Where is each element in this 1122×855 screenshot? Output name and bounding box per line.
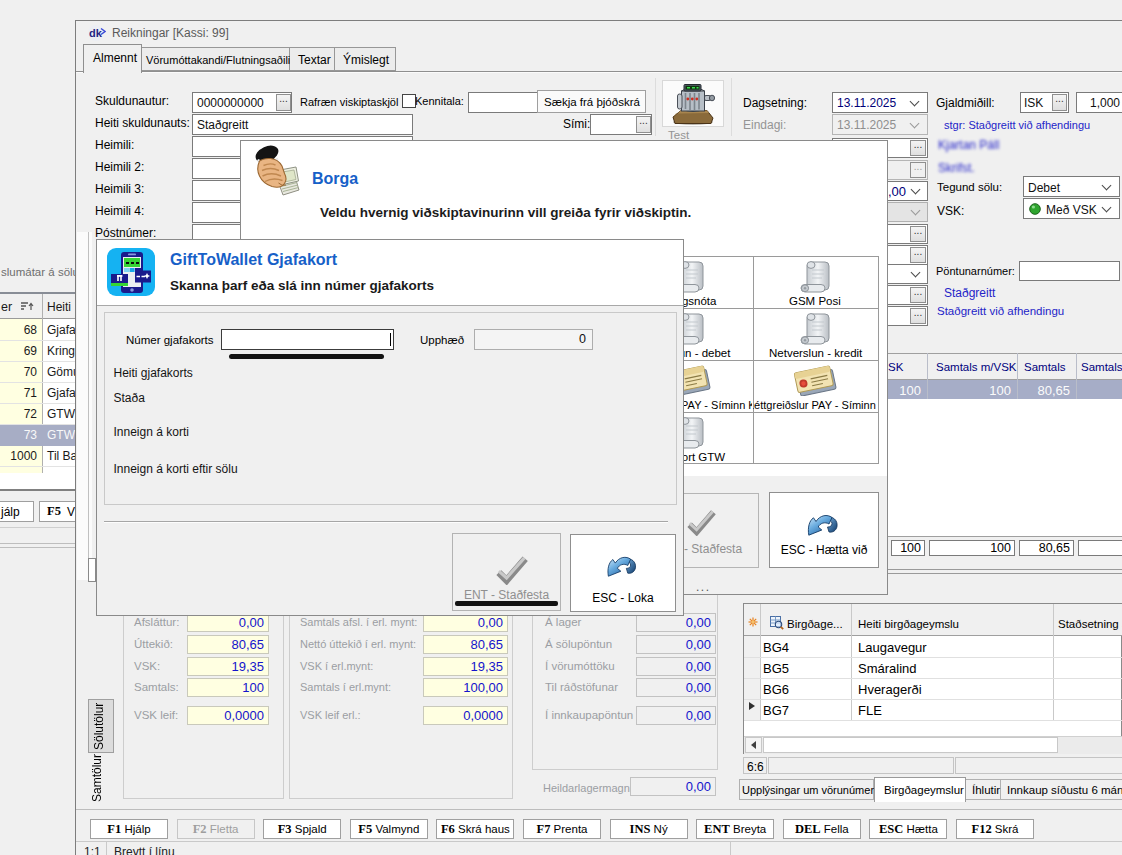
svg-text:dk: dk [89, 27, 103, 39]
